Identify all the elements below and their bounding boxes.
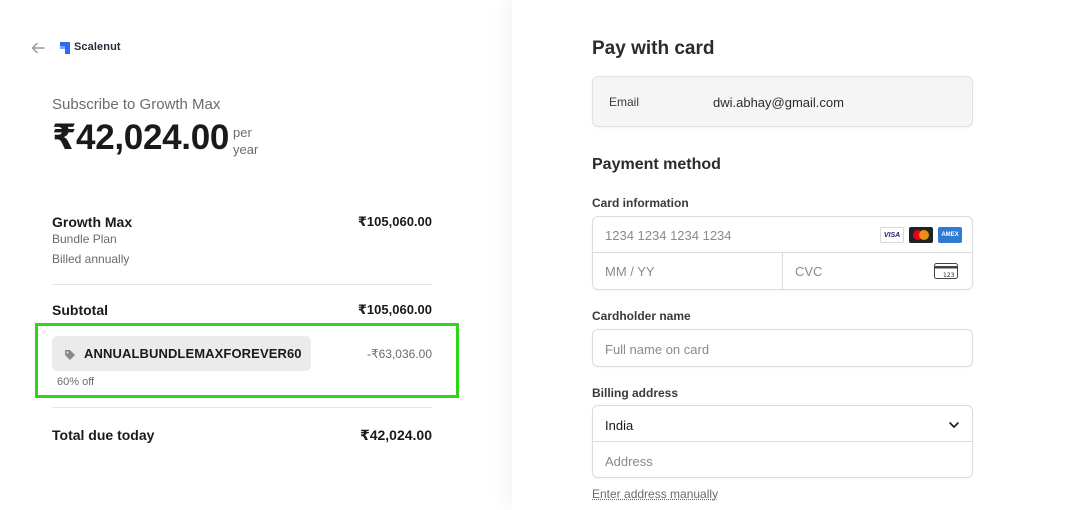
total-amount: ₹42,024.00 — [359, 427, 432, 443]
cvc-input[interactable]: CVC 123 — [783, 253, 972, 289]
svg-text:123: 123 — [943, 272, 955, 279]
enter-address-manually-link[interactable]: Enter address manually — [592, 487, 718, 501]
subtotal-label: Subtotal — [52, 302, 108, 318]
expiry-placeholder: MM / YY — [605, 264, 655, 279]
chevron-down-icon — [948, 418, 960, 430]
visa-icon: VISA — [880, 227, 904, 243]
address-input[interactable]: Address — [593, 442, 972, 478]
card-information-group: 1234 1234 1234 1234 VISA AMEX MM / YY CV… — [592, 216, 973, 290]
mastercard-icon — [909, 227, 933, 243]
scalenut-logo-icon — [60, 41, 70, 54]
card-number-input[interactable]: 1234 1234 1234 1234 VISA AMEX — [593, 217, 972, 253]
price-unit: per year — [233, 125, 259, 157]
tag-icon — [64, 348, 76, 360]
promo-discount-amount: -₹63,036.00 — [366, 347, 432, 361]
order-summary-panel: Scalenut Subscribe to Growth Max ₹42,024… — [0, 0, 512, 510]
email-display: Email dwi.abhay@gmail.com — [592, 76, 973, 127]
divider — [52, 407, 432, 408]
card-brands: VISA AMEX — [880, 227, 962, 243]
promo-code: ANNUALBUNDLEMAXFOREVER60 — [84, 346, 302, 361]
subscribe-title: Subscribe to Growth Max — [52, 96, 221, 113]
card-number-placeholder: 1234 1234 1234 1234 — [605, 228, 732, 243]
cardholder-name-placeholder: Full name on card — [605, 342, 710, 357]
promo-code-chip[interactable]: ANNUALBUNDLEMAXFOREVER60 — [52, 336, 311, 371]
country-select[interactable]: India — [593, 406, 972, 442]
line-item-amount: ₹105,060.00 — [357, 214, 432, 229]
brand-name: Scalenut — [74, 41, 121, 53]
total-label: Total due today — [52, 427, 155, 443]
expiry-input[interactable]: MM / YY — [593, 253, 783, 289]
address-placeholder: Address — [605, 454, 653, 469]
payment-panel: Pay with card Email dwi.abhay@gmail.com … — [512, 0, 1080, 510]
amex-icon: AMEX — [938, 227, 962, 243]
line-item-name: Growth Max — [52, 214, 133, 230]
billing-address-group: India Address — [592, 405, 973, 478]
country-value: India — [605, 418, 634, 433]
line-item-plan: Bundle Plan — [52, 232, 117, 246]
payment-method-title: Payment method — [592, 156, 721, 173]
cvc-placeholder: CVC — [795, 264, 823, 279]
price: ₹42,024.00 — [52, 118, 230, 157]
promo-off-text: 60% off — [57, 376, 95, 388]
email-label: Email — [609, 95, 640, 109]
cvc-card-icon: 123 — [934, 263, 958, 279]
back-arrow-icon[interactable] — [30, 40, 48, 58]
card-information-label: Card information — [592, 196, 689, 210]
divider — [52, 284, 432, 285]
cardholder-name-input[interactable]: Full name on card — [592, 329, 973, 367]
email-value: dwi.abhay@gmail.com — [713, 95, 844, 110]
billing-address-label: Billing address — [592, 386, 679, 400]
cardholder-name-label: Cardholder name — [592, 309, 691, 323]
subtotal-amount: ₹105,060.00 — [357, 302, 432, 317]
line-item-billing: Billed annually — [52, 252, 130, 266]
brand[interactable]: Scalenut — [60, 41, 121, 54]
pay-with-card-title: Pay with card — [592, 38, 715, 59]
